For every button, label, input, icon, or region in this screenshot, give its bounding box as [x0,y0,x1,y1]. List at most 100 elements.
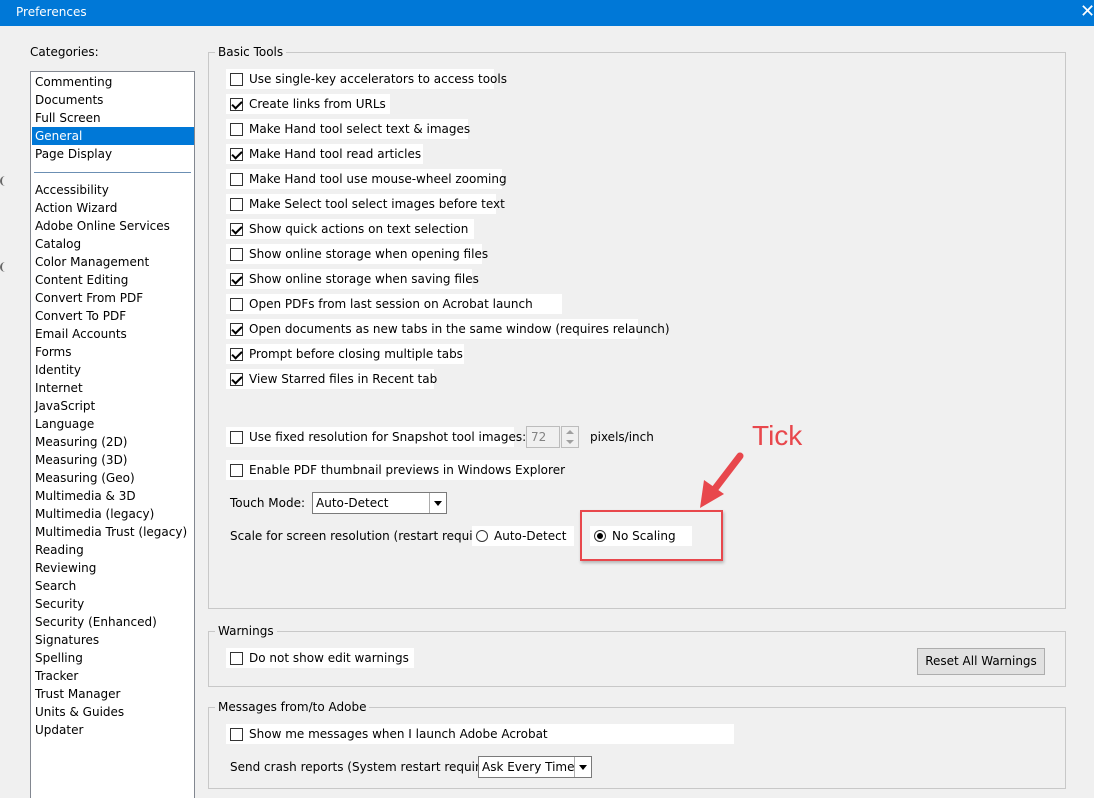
category-item[interactable]: Tracker [32,667,194,685]
category-item[interactable]: Identity [32,361,194,379]
category-item[interactable]: Convert To PDF [32,307,194,325]
category-item[interactable]: Units & Guides [32,703,194,721]
category-item[interactable]: Content Editing [32,271,194,289]
option-label: Prompt before closing multiple tabs [249,347,463,361]
category-item[interactable]: Search [32,577,194,595]
checkbox-checked[interactable] [230,272,243,286]
option-edit-warnings[interactable]: Do not show edit warnings [226,648,414,668]
category-item-general[interactable]: General [32,127,194,145]
option-label: Show online storage when saving files [249,272,479,286]
category-item[interactable]: Forms [32,343,194,361]
checkbox[interactable] [230,172,243,186]
checkbox[interactable] [230,122,243,136]
category-item[interactable]: Measuring (2D) [32,433,194,451]
option-hand-select-text[interactable]: Make Hand tool select text & images [226,119,470,139]
option-launch-messages[interactable]: Show me messages when I launch Adobe Acr… [226,724,734,744]
category-item-full-screen[interactable]: Full Screen [32,109,194,127]
category-item[interactable]: JavaScript [32,397,194,415]
checkbox[interactable] [230,463,243,477]
checkbox-checked[interactable] [230,147,243,161]
checkbox[interactable] [230,727,243,741]
option-hand-mouse-wheel[interactable]: Make Hand tool use mouse-wheel zooming [226,169,507,189]
checkbox[interactable] [230,197,243,211]
checkbox-checked[interactable] [230,322,243,336]
messages-group: Messages from/to Adobe [208,700,1066,789]
category-item[interactable]: Security [32,595,194,613]
option-thumbnail-previews[interactable]: Enable PDF thumbnail previews in Windows… [226,460,565,480]
edge-mark-icon [0,176,8,186]
option-label: Make Hand tool read articles [249,147,422,161]
option-storage-opening[interactable]: Show online storage when opening files [226,244,488,264]
option-label: Show online storage when opening files [249,247,489,261]
close-icon[interactable]: ✕ [1080,1,1094,22]
crash-reports-label: Send crash reports (System restart requi… [230,760,504,774]
chevron-down-icon[interactable] [574,757,591,777]
category-item-documents[interactable]: Documents [32,91,194,109]
category-item[interactable]: Measuring (Geo) [32,469,194,487]
category-item[interactable]: Multimedia (legacy) [32,505,194,523]
touch-mode-select[interactable]: Auto-Detect [312,492,447,514]
category-item[interactable]: Spelling [32,649,194,667]
category-item[interactable]: Updater [32,721,194,739]
radio-button[interactable] [476,530,488,542]
option-label: Make Hand tool use mouse-wheel zooming [249,172,507,186]
touch-mode-label: Touch Mode: [230,496,305,510]
resolution-stepper[interactable] [561,426,579,448]
category-item[interactable]: Internet [32,379,194,397]
crash-reports-select[interactable]: Ask Every Time [478,756,592,778]
option-new-tabs[interactable]: Open documents as new tabs in the same w… [226,319,670,339]
checkbox[interactable] [230,72,243,86]
spin-down-icon[interactable] [562,437,578,447]
category-item[interactable]: Adobe Online Services [32,217,194,235]
checkbox-checked[interactable] [230,372,243,386]
category-item-commenting[interactable]: Commenting [32,73,194,91]
categories-label: Categories: [30,45,99,59]
checkbox[interactable] [230,430,243,444]
category-item[interactable]: Signatures [32,631,194,649]
category-item[interactable]: Color Management [32,253,194,271]
option-prompt-closing-tabs[interactable]: Prompt before closing multiple tabs [226,344,464,364]
spin-up-icon[interactable] [562,427,578,437]
category-item[interactable]: Catalog [32,235,194,253]
radio-auto-detect[interactable]: Auto-Detect [472,526,574,546]
category-item[interactable]: Measuring (3D) [32,451,194,469]
option-hand-read-articles[interactable]: Make Hand tool read articles [226,144,423,164]
category-item[interactable]: Accessibility [32,181,194,199]
category-item[interactable]: Convert From PDF [32,289,194,307]
option-storage-saving[interactable]: Show online storage when saving files [226,269,479,289]
title-bar: Preferences ✕ [0,0,1094,26]
checkbox-checked[interactable] [230,347,243,361]
option-label: View Starred files in Recent tab [249,372,438,386]
option-select-images-first[interactable]: Make Select tool select images before te… [226,194,505,214]
reset-warnings-button[interactable]: Reset All Warnings [917,648,1045,675]
checkbox[interactable] [230,651,243,665]
categories-list[interactable]: Commenting Documents Full Screen General… [30,71,195,798]
category-item[interactable]: Multimedia & 3D [32,487,194,505]
category-item[interactable]: Action Wizard [32,199,194,217]
option-open-last-session[interactable]: Open PDFs from last session on Acrobat l… [226,294,562,314]
category-item-page-display[interactable]: Page Display [32,145,194,163]
category-item[interactable]: Email Accounts [32,325,194,343]
category-item[interactable]: Multimedia Trust (legacy) [32,523,194,541]
option-label: Open documents as new tabs in the same w… [249,322,670,336]
category-item[interactable]: Reading [32,541,194,559]
checkbox-checked[interactable] [230,97,243,111]
option-label: Use fixed resolution for Snapshot tool i… [249,430,527,444]
checkbox[interactable] [230,297,243,311]
option-label: Enable PDF thumbnail previews in Windows… [249,463,566,477]
checkbox-checked[interactable] [230,222,243,236]
resolution-input[interactable]: 72 [526,426,560,448]
option-snapshot-resolution[interactable]: Use fixed resolution for Snapshot tool i… [226,427,526,447]
chevron-down-icon[interactable] [429,493,446,513]
checkbox[interactable] [230,247,243,261]
option-label: Open PDFs from last session on Acrobat l… [249,297,533,311]
option-create-links[interactable]: Create links from URLs [226,94,390,114]
category-item[interactable]: Language [32,415,194,433]
option-starred-files[interactable]: View Starred files in Recent tab [226,369,438,389]
option-label: Create links from URLs [249,97,386,111]
category-item[interactable]: Security (Enhanced) [32,613,194,631]
category-item[interactable]: Trust Manager [32,685,194,703]
option-quick-actions[interactable]: Show quick actions on text selection [226,219,474,239]
category-item[interactable]: Reviewing [32,559,194,577]
option-single-key-accelerators[interactable]: Use single-key accelerators to access to… [226,69,507,89]
